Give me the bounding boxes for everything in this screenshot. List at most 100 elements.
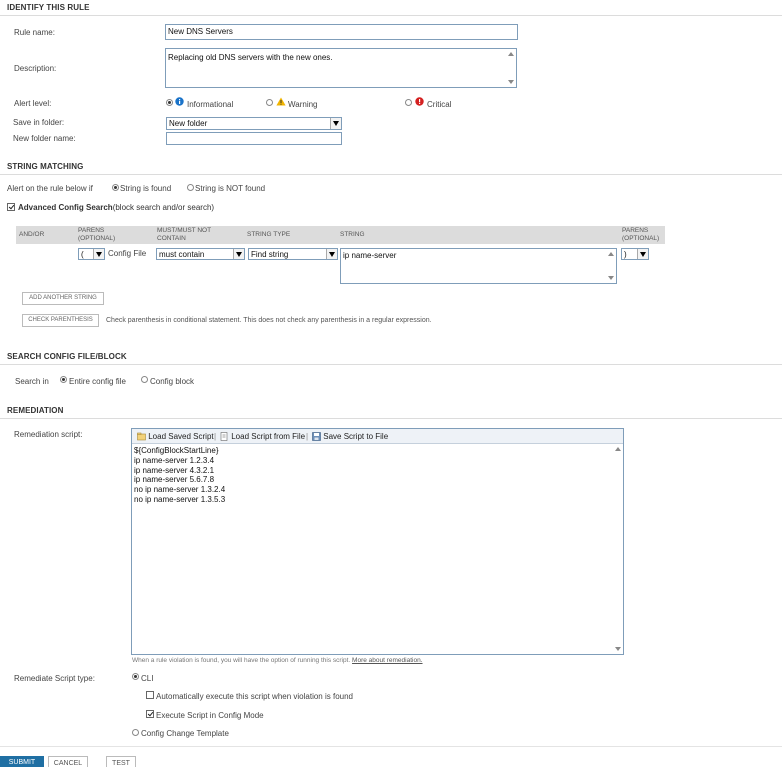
paren-open-value: ( <box>81 250 84 259</box>
auto-execute-checkbox[interactable] <box>146 691 154 699</box>
load-saved-script-button[interactable]: Load Saved Script <box>137 432 214 441</box>
script-textarea[interactable]: ${ConfigBlockStartLine} ip name-server 1… <box>132 444 623 654</box>
folder-select-value: New folder <box>169 119 208 128</box>
chevron-down-icon <box>326 249 337 259</box>
rule-name-label: Rule name: <box>14 28 55 37</box>
option-string-not-found: String is NOT found <box>195 184 266 193</box>
string-textarea[interactable]: ip name-server <box>340 248 617 284</box>
radio-string-not-found[interactable] <box>187 184 194 191</box>
divider <box>0 174 782 175</box>
paren-close-value: ) <box>624 250 627 259</box>
description-label: Description: <box>14 64 57 73</box>
remediation-hint: When a rule violation is found, you will… <box>132 657 423 664</box>
string-type-select[interactable]: Find string <box>248 248 338 260</box>
advanced-search-label: Advanced Config Search(block search and/… <box>18 203 215 212</box>
critical-icon <box>415 97 424 106</box>
col-string-type: STRING TYPE <box>247 231 291 238</box>
save-script-to-file-button[interactable]: Save Script to File <box>312 432 388 442</box>
option-config-change-template: Config Change Template <box>141 729 229 738</box>
search-in-label: Search in <box>15 377 49 386</box>
paren-open-select[interactable]: ( <box>78 248 105 260</box>
alert-option-critical: Critical <box>427 100 452 109</box>
string-text: ip name-server <box>343 251 397 260</box>
col-must: MUST/MUST NOT CONTAIN <box>157 227 212 242</box>
col-parens-open: PARENS (OPTIONAL) <box>78 227 116 242</box>
script-line: ${ConfigBlockStartLine} <box>134 446 219 455</box>
new-folder-label: New folder name: <box>13 134 76 143</box>
config-mode-label: Execute Script in Config Mode <box>156 711 264 720</box>
chevron-down-icon <box>93 249 104 259</box>
save-in-folder-label: Save in folder: <box>13 118 65 127</box>
divider <box>0 15 782 16</box>
script-line: ip name-server 5.6.7.8 <box>134 475 215 485</box>
config-file-label: Config File <box>108 249 147 258</box>
auto-execute-label: Automatically execute this script when v… <box>156 692 353 701</box>
section-heading-remediation: REMEDIATION <box>7 406 64 415</box>
alert-level-label: Alert level: <box>14 99 52 108</box>
check-parenthesis-hint: Check parenthesis in conditional stateme… <box>106 317 432 324</box>
radio-entire-config[interactable] <box>60 376 67 383</box>
string-type-value: Find string <box>251 250 289 259</box>
col-and-or: AND/OR <box>19 231 45 238</box>
radio-string-found[interactable] <box>112 184 119 191</box>
more-about-remediation-link[interactable]: More about remediation. <box>352 657 422 664</box>
must-contain-select[interactable]: must contain <box>156 248 245 260</box>
description-text: Replacing old DNS servers with the new o… <box>168 53 333 62</box>
check-parenthesis-button[interactable]: CHECK PARENTHESIS <box>22 314 99 327</box>
paren-close-select[interactable]: ) <box>621 248 649 260</box>
string-scrollbar[interactable] <box>606 249 616 283</box>
script-type-label: Remediate Script type: <box>14 674 95 683</box>
alert-option-informational: Informational <box>187 100 234 109</box>
info-icon <box>175 97 184 106</box>
new-folder-input[interactable] <box>166 132 342 145</box>
alert-option-warning: Warning <box>288 100 318 109</box>
chevron-down-icon <box>330 118 341 129</box>
radio-config-block[interactable] <box>141 376 148 383</box>
col-string: STRING <box>340 231 365 238</box>
description-textarea[interactable]: Replacing old DNS servers with the new o… <box>165 48 517 88</box>
script-line: no ip name-server 1.3.5.3 <box>134 494 226 504</box>
load-script-from-file-button[interactable]: Load Script from File <box>220 432 305 442</box>
toolbar-separator: | <box>306 432 309 441</box>
save-icon <box>312 432 321 442</box>
warning-icon <box>276 97 286 106</box>
radio-warning[interactable] <box>266 99 273 106</box>
script-content: ${ConfigBlockStartLine} ip name-server 1… <box>134 446 225 505</box>
submit-button[interactable]: SUBMIT <box>0 756 44 767</box>
script-scrollbar[interactable] <box>613 444 623 654</box>
divider <box>0 364 782 365</box>
script-editor: Load Saved Script | Load Script from Fil… <box>131 428 624 655</box>
rule-name-input[interactable]: New DNS Servers <box>165 24 518 40</box>
radio-config-change-template[interactable] <box>132 729 139 736</box>
add-another-string-button[interactable]: ADD ANOTHER STRING <box>22 292 104 305</box>
section-heading-string-matching: STRING MATCHING <box>7 162 84 171</box>
test-button[interactable]: TEST <box>106 756 136 767</box>
script-line: no ip name-server 1.3.2.4 <box>134 485 226 495</box>
remediation-script-label: Remediation script: <box>14 430 83 439</box>
section-heading-search-config: SEARCH CONFIG FILE/BLOCK <box>7 352 127 361</box>
script-line: ip name-server 1.2.3.4 <box>134 455 215 465</box>
col-parens-close: PARENS (OPTIONAL) <box>622 227 660 242</box>
cancel-button[interactable]: CANCEL <box>48 756 88 767</box>
must-contain-value: must contain <box>159 250 205 259</box>
toolbar-separator: | <box>214 432 217 441</box>
file-load-icon <box>220 432 228 442</box>
option-entire-config: Entire config file <box>69 377 126 386</box>
description-scrollbar[interactable] <box>506 49 516 87</box>
option-string-found: String is found <box>120 184 172 193</box>
folder-select[interactable]: New folder <box>166 117 342 130</box>
chevron-down-icon <box>637 249 648 259</box>
radio-informational[interactable] <box>166 99 173 106</box>
config-mode-checkbox[interactable] <box>146 710 154 718</box>
chevron-down-icon <box>233 249 244 259</box>
folder-open-icon <box>137 433 146 441</box>
radio-cli[interactable] <box>132 673 139 680</box>
option-config-block: Config block <box>150 377 195 386</box>
script-line: ip name-server 4.3.2.1 <box>134 465 215 475</box>
alert-if-label: Alert on the rule below if <box>7 184 93 193</box>
divider <box>0 746 782 747</box>
advanced-search-checkbox[interactable] <box>7 203 15 211</box>
radio-critical[interactable] <box>405 99 412 106</box>
divider <box>0 418 782 419</box>
option-cli: CLI <box>141 674 154 683</box>
